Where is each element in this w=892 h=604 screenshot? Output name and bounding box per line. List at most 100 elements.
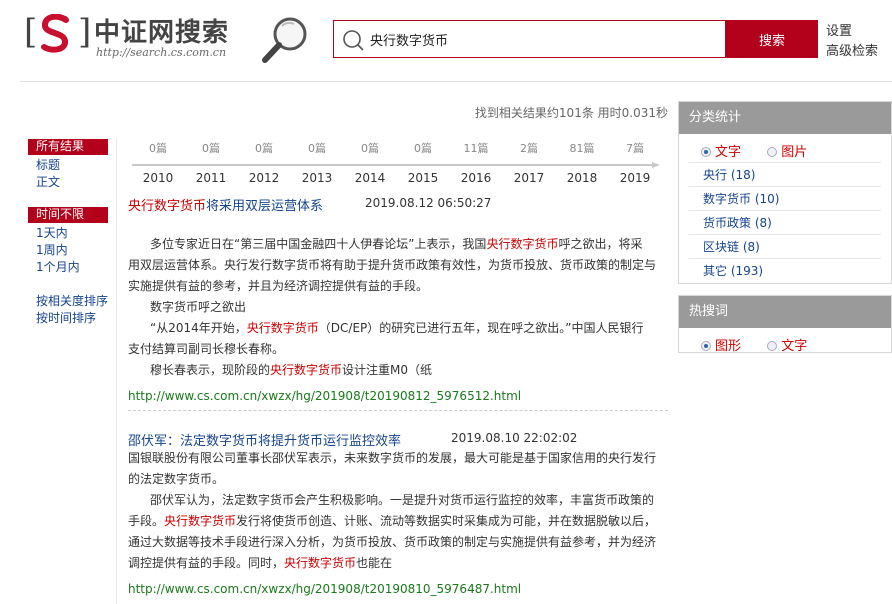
- timeline-count: 0篇: [361, 142, 379, 155]
- filter-all-results[interactable]: 所有结果: [28, 139, 108, 154]
- timeline-count: 0篇: [149, 142, 167, 155]
- radio-label: 图形: [715, 339, 742, 354]
- timeline-axis: [132, 162, 660, 168]
- snippet-line: 的法定数字货币。: [128, 472, 225, 486]
- snippet-text: 穆长春表示，现阶段的: [150, 363, 271, 377]
- result-url[interactable]: http://www.cs.com.cn/xwzx/hg/201908/t201…: [128, 582, 521, 596]
- hot-words-panel: 热搜词 图形 文字: [678, 295, 892, 356]
- timeline-count: 0篇: [414, 142, 432, 155]
- snippet-text: “从2014年开始，: [150, 321, 247, 335]
- snippet-line: 多位专家近日在“第三届中国金融四十人伊春论坛”上表示，我国央行数字货币呼之欲出，…: [128, 234, 668, 255]
- search-box[interactable]: [333, 20, 726, 58]
- radio-off-icon: [767, 147, 778, 157]
- site-logo[interactable]: [ ] 中证网搜索 http://search.cs.com.cn: [24, 10, 314, 63]
- timeline-year-2011[interactable]: 2011: [191, 171, 231, 185]
- settings-link[interactable]: 设置: [826, 20, 852, 39]
- category-panel-title: 分类统计: [679, 102, 891, 134]
- filter-1-day[interactable]: 1天内: [36, 224, 68, 241]
- header-divider: [20, 81, 892, 82]
- timeline-year-2018[interactable]: 2018: [562, 171, 602, 185]
- result-url[interactable]: http://www.cs.com.cn/xwzx/hg/201908/t201…: [128, 389, 521, 403]
- timeline-year-2014[interactable]: 2014: [350, 171, 390, 185]
- radio-on-icon: [701, 341, 711, 351]
- timeline-count: 7篇: [626, 142, 644, 155]
- filter-title[interactable]: 标题: [36, 156, 60, 173]
- sidebar-divider: [116, 138, 117, 604]
- sort-time[interactable]: 按时间排序: [36, 309, 96, 326]
- snippet-line: 国银联股份有限公司董事长邵伏军表示，未来数字货币的发展，最大可能是基于国家信用的…: [128, 451, 657, 465]
- snippet-text: 呼之欲出，将采: [558, 237, 643, 251]
- snippet-highlight: 央行数字货币: [164, 514, 237, 528]
- timeline-year-2015[interactable]: 2015: [403, 171, 443, 185]
- timeline-year-2019[interactable]: 2019: [615, 171, 655, 185]
- category-stats-panel: 分类统计 文字 图片 央行 (18) 数字货币 (10) 货币政策 (8) 区块…: [678, 101, 892, 284]
- radio-image-option[interactable]: 图片: [767, 145, 807, 160]
- advanced-search-link[interactable]: 高级检索: [826, 40, 878, 59]
- snippet-text: 手段。: [128, 514, 165, 528]
- filter-divider: [28, 154, 108, 155]
- snippet-text: 多位专家近日在“第三届中国金融四十人伊春论坛”上表示，我国: [150, 237, 487, 251]
- category-item-other[interactable]: 其它 (193): [689, 258, 881, 282]
- category-item-digital-currency[interactable]: 数字货币 (10): [689, 186, 881, 210]
- search-button[interactable]: 搜索: [726, 20, 818, 58]
- search-icon: [343, 30, 364, 51]
- logo-title: 中证网搜索: [94, 18, 230, 48]
- hot-panel-title: 热搜词: [679, 296, 891, 328]
- search-results-page: [ ] 中证网搜索 http://search.cs.com.cn 搜索 设置 …: [0, 0, 892, 604]
- radio-text-option[interactable]: 文字: [767, 339, 807, 354]
- snippet-text: 调控提供有益的手段。同时，: [128, 556, 285, 570]
- result-title-highlight: 央行数字货币: [128, 199, 207, 214]
- radio-on-icon: [701, 147, 711, 157]
- timeline-count: 0篇: [255, 142, 273, 155]
- logo-bracket-right: ]: [78, 12, 92, 52]
- radio-label: 文字: [781, 339, 808, 354]
- hot-type-radios: 图形 文字: [679, 328, 891, 356]
- filter-1-month[interactable]: 1个月内: [36, 258, 80, 275]
- category-item-monetary-policy[interactable]: 货币政策 (8): [689, 210, 881, 234]
- category-item-blockchain[interactable]: 区块链 (8): [689, 234, 881, 258]
- result-date: 2019.08.12 06:50:27: [365, 196, 492, 210]
- timeline-year-2013[interactable]: 2013: [297, 171, 337, 185]
- snippet-line: 数字货币呼之欲出: [150, 300, 247, 314]
- timeline-count: 0篇: [202, 142, 220, 155]
- sort-relevance[interactable]: 按相关度排序: [36, 292, 108, 309]
- timeline-year-2016[interactable]: 2016: [456, 171, 496, 185]
- result-summary: 找到相关结果约101条 用时0.031秒: [474, 106, 668, 120]
- snippet-highlight: 央行数字货币: [246, 321, 319, 335]
- result-divider: [128, 410, 668, 411]
- radio-label: 图片: [781, 145, 808, 160]
- cs-logo-icon: [41, 14, 69, 53]
- timeline-year-2010[interactable]: 2010: [138, 171, 178, 185]
- snippet-line: “从2014年开始，央行数字货币（DC/EP）的研究已进行五年，现在呼之欲出。”…: [128, 318, 668, 339]
- snippet-highlight: 央行数字货币: [284, 556, 357, 570]
- result-title-text: 将采用双层运营体系: [206, 199, 324, 214]
- snippet-highlight: 央行数字货币: [270, 363, 343, 377]
- snippet-line: 实施提供有益的参考，并且为经济调控提供有益的手段。: [128, 279, 429, 293]
- filter-time-any[interactable]: 时间不限: [28, 207, 108, 222]
- timeline-year-2012[interactable]: 2012: [244, 171, 284, 185]
- snippet-line: 穆长春表示，现阶段的央行数字货币设计注重M0（纸: [128, 360, 668, 381]
- result-snippet: 国银联股份有限公司董事长邵伏军表示，未来数字货币的发展，最大可能是基于国家信用的…: [128, 448, 668, 574]
- category-item-central-bank[interactable]: 央行 (18): [689, 162, 881, 186]
- logo-url: http://search.cs.com.cn: [96, 46, 227, 59]
- category-type-radios: 文字 图片: [679, 134, 891, 162]
- timeline-count: 81篇: [569, 142, 595, 155]
- filter-body[interactable]: 正文: [36, 173, 60, 190]
- snippet-text: 也能在: [356, 556, 393, 570]
- snippet-text: 设计注重M0（纸: [342, 363, 433, 377]
- filter-1-week[interactable]: 1周内: [36, 241, 68, 258]
- radio-label: 文字: [715, 145, 742, 160]
- result-title-link[interactable]: 邵伏军：法定数字货币将提升货币运行监控效率: [128, 430, 401, 449]
- timeline-count: 2篇: [520, 142, 538, 155]
- magnifier-icon: [262, 17, 307, 63]
- timeline-count: 11篇: [463, 142, 489, 155]
- result-title-link[interactable]: 央行数字货币将采用双层运营体系: [128, 195, 323, 214]
- filter-divider: [28, 222, 108, 223]
- snippet-line: 用双层运营体系。央行发行数字货币将有助于提升货币政策有效性，为货币投放、货币政策…: [128, 258, 657, 272]
- timeline-year-2017[interactable]: 2017: [509, 171, 549, 185]
- radio-text-option[interactable]: 文字: [701, 145, 741, 160]
- radio-graphic-option[interactable]: 图形: [701, 339, 741, 354]
- search-input[interactable]: [370, 27, 710, 51]
- snippet-line: 手段。央行数字货币发行将使货币创造、计账、流动等数据实时采集成为可能，并在数据脱…: [128, 511, 668, 532]
- timeline-count: 0篇: [308, 142, 326, 155]
